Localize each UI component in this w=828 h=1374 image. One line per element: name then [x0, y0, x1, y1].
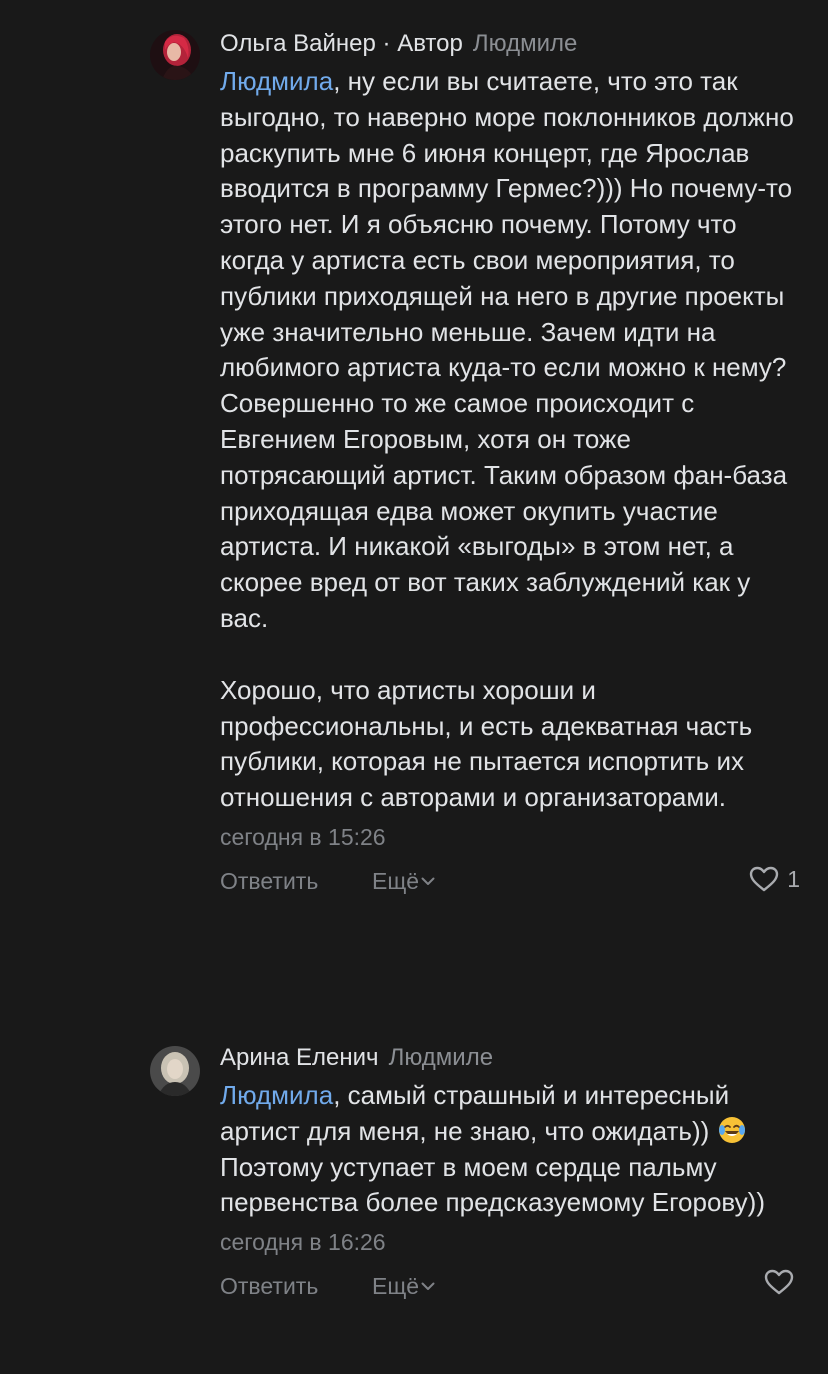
- comment-paragraph: Хорошо, что артисты хороши и профессиона…: [220, 674, 753, 813]
- like-button[interactable]: [764, 1269, 794, 1295]
- comment-text-line: Поэтому уступает в моем сердце пальму пе…: [220, 1151, 765, 1218]
- like-count: 1: [787, 865, 800, 892]
- avatar-photo: [150, 30, 200, 80]
- heart-icon: [750, 866, 779, 892]
- more-button[interactable]: Ещё: [372, 1271, 435, 1301]
- comment-timestamp[interactable]: сегодня в 16:26: [220, 1227, 800, 1257]
- mention-link[interactable]: Людмила: [220, 66, 333, 96]
- reply-button[interactable]: Ответить: [220, 866, 318, 896]
- comment-header: Ольга Вайнер · Автор Людмиле: [220, 28, 800, 60]
- chevron-down-icon: [421, 1282, 435, 1291]
- comment-actions: Ответить Ещё 1: [220, 866, 800, 906]
- comment-paragraph: , ну если вы считаете, что это так выгод…: [220, 66, 794, 633]
- comment-body: Ольга Вайнер · Автор Людмиле Людмила, ну …: [220, 28, 800, 906]
- comment-text: Людмила, ну если вы считаете, что это та…: [220, 64, 800, 816]
- avatar[interactable]: [150, 1046, 200, 1096]
- comment-text: Людмила, самый страшный и интересный арт…: [220, 1078, 800, 1221]
- comment-header: Арина Еленич Людмиле: [220, 1042, 800, 1074]
- comment-actions: Ответить Ещё: [220, 1269, 800, 1311]
- heart-icon: [764, 1269, 794, 1295]
- more-button[interactable]: Ещё: [372, 866, 435, 896]
- reply-button[interactable]: Ответить: [220, 1271, 318, 1301]
- avatar-photo: [150, 1046, 200, 1096]
- author-name[interactable]: Ольга Вайнер · Автор: [220, 30, 463, 57]
- like-button[interactable]: 1: [749, 864, 800, 894]
- comment-body: Арина Еленич Людмиле Людмила, самый страш…: [220, 1042, 800, 1311]
- author-name[interactable]: Арина Еленич: [220, 1044, 379, 1071]
- chevron-down-icon: [421, 877, 435, 885]
- reply-to-label[interactable]: Людмиле: [389, 1044, 493, 1071]
- mention-link[interactable]: Людмила: [220, 1080, 333, 1110]
- face-with-tears-of-joy-icon: [718, 1116, 745, 1143]
- comments-page: Ольга Вайнер · Автор Людмиле Людмила, ну …: [0, 0, 828, 1374]
- reply-to-label[interactable]: Людмиле: [473, 30, 577, 57]
- avatar[interactable]: [150, 30, 200, 80]
- more-label: Ещё: [372, 1273, 420, 1300]
- more-label: Ещё: [372, 867, 420, 894]
- comment-timestamp[interactable]: сегодня в 15:26: [220, 822, 800, 852]
